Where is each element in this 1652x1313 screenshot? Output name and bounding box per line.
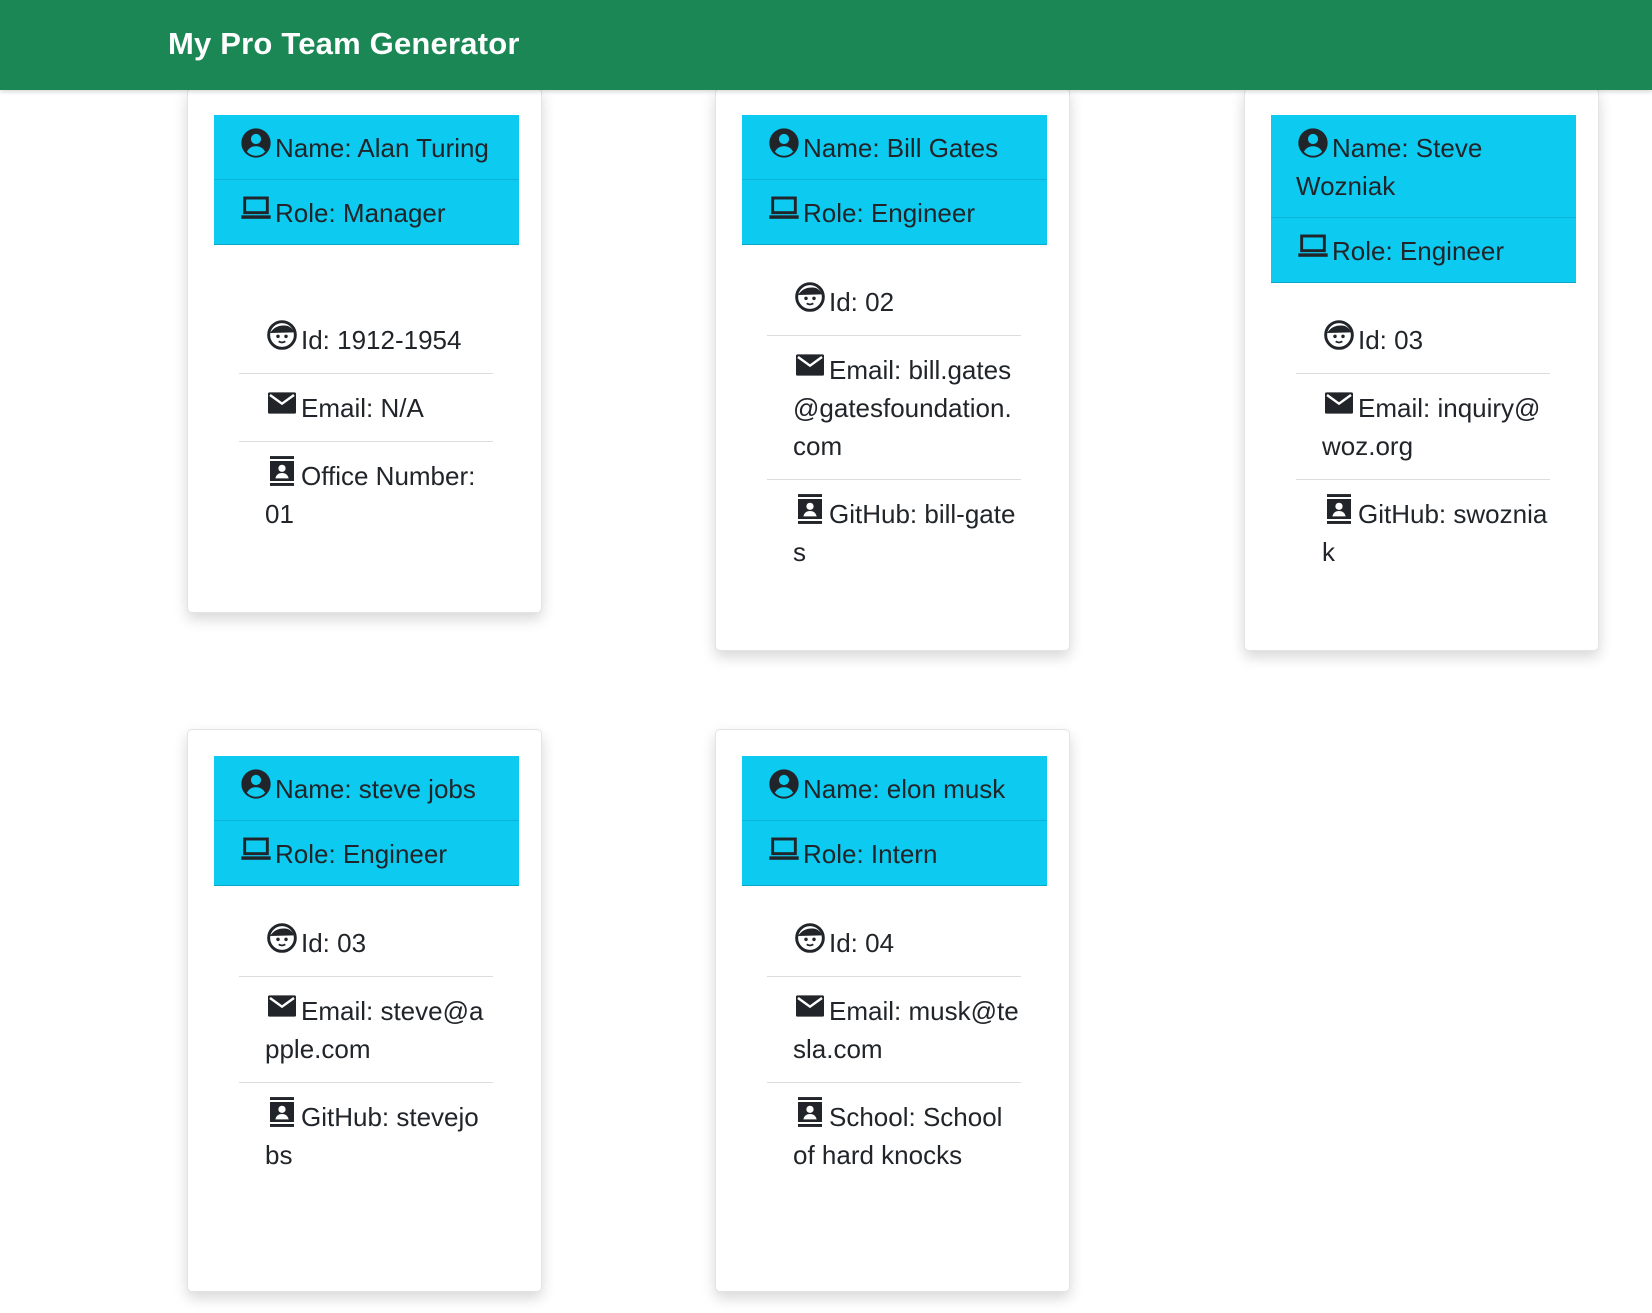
employee-role: Role: Engineer bbox=[214, 820, 519, 885]
employee-id: Id: 02 bbox=[767, 268, 1021, 335]
employee-email: Email: N/A bbox=[239, 373, 493, 441]
employee-details: Id: 1912-1954 Email: N/A Office Number: … bbox=[239, 306, 493, 547]
card-header: Name: Bill Gates Role: Engineer bbox=[742, 115, 1047, 245]
envelope-icon bbox=[1322, 387, 1356, 419]
laptop-icon bbox=[1296, 230, 1330, 262]
contact-card-icon bbox=[265, 455, 299, 487]
envelope-icon bbox=[265, 990, 299, 1022]
employee-card: Name: Alan Turing Role: Manager Id: 1912… bbox=[187, 88, 542, 613]
envelope-icon bbox=[793, 990, 827, 1022]
employee-role: Role: Engineer bbox=[1271, 217, 1576, 282]
face-icon bbox=[793, 281, 827, 313]
employee-name: Name: elon musk bbox=[742, 756, 1047, 820]
employee-card: Name: Steve Wozniak Role: Engineer Id: 0… bbox=[1244, 88, 1599, 651]
employee-id: Id: 03 bbox=[239, 909, 493, 976]
card-header: Name: elon musk Role: Intern bbox=[742, 756, 1047, 886]
employee-name: Name: Steve Wozniak bbox=[1271, 115, 1576, 217]
employee-id: Id: 1912-1954 bbox=[239, 306, 493, 373]
employee-id: Id: 03 bbox=[1296, 306, 1550, 373]
employee-email[interactable]: Email: inquiry@woz.org bbox=[1296, 373, 1550, 479]
employee-card: Name: elon musk Role: Intern Id: 04 Emai… bbox=[715, 729, 1070, 1292]
employee-github[interactable]: GitHub: stevejobs bbox=[239, 1082, 493, 1188]
employee-role: Role: Engineer bbox=[742, 179, 1047, 244]
card-header: Name: steve jobs Role: Engineer bbox=[214, 756, 519, 886]
app-title[interactable]: My Pro Team Generator bbox=[168, 26, 520, 62]
top-navbar: My Pro Team Generator bbox=[0, 0, 1652, 90]
employee-email[interactable]: Email: steve@apple.com bbox=[239, 976, 493, 1082]
envelope-icon bbox=[265, 387, 299, 419]
employee-github[interactable]: GitHub: bill-gates bbox=[767, 479, 1021, 585]
person-circle-icon bbox=[767, 127, 801, 159]
contact-card-icon bbox=[265, 1096, 299, 1128]
employee-role: Role: Manager bbox=[214, 179, 519, 244]
employee-name: Name: Alan Turing bbox=[214, 115, 519, 179]
person-circle-icon bbox=[239, 768, 273, 800]
laptop-icon bbox=[767, 192, 801, 224]
employee-email[interactable]: Email: musk@tesla.com bbox=[767, 976, 1021, 1082]
contact-card-icon bbox=[793, 493, 827, 525]
employee-id: Id: 04 bbox=[767, 909, 1021, 976]
contact-card-icon bbox=[793, 1096, 827, 1128]
employee-name: Name: steve jobs bbox=[214, 756, 519, 820]
employee-details: Id: 03 Email: inquiry@woz.org GitHub: sw… bbox=[1296, 306, 1550, 585]
face-icon bbox=[265, 922, 299, 954]
employee-details: Id: 02 Email: bill.gates@gatesfoundation… bbox=[767, 268, 1021, 585]
person-circle-icon bbox=[767, 768, 801, 800]
face-icon bbox=[265, 319, 299, 351]
employee-card: Name: steve jobs Role: Engineer Id: 03 E… bbox=[187, 729, 542, 1292]
employee-office-number: Office Number: 01 bbox=[239, 441, 493, 547]
contact-card-icon bbox=[1322, 493, 1356, 525]
card-header: Name: Alan Turing Role: Manager bbox=[214, 115, 519, 245]
employee-card: Name: Bill Gates Role: Engineer Id: 02 E… bbox=[715, 88, 1070, 651]
face-icon bbox=[1322, 319, 1356, 351]
laptop-icon bbox=[239, 192, 273, 224]
card-header: Name: Steve Wozniak Role: Engineer bbox=[1271, 115, 1576, 283]
employee-github[interactable]: GitHub: swozniak bbox=[1296, 479, 1550, 585]
laptop-icon bbox=[767, 833, 801, 865]
laptop-icon bbox=[239, 833, 273, 865]
person-circle-icon bbox=[239, 127, 273, 159]
employee-name: Name: Bill Gates bbox=[742, 115, 1047, 179]
person-circle-icon bbox=[1296, 127, 1330, 159]
employee-school: School: School of hard knocks bbox=[767, 1082, 1021, 1188]
employee-details: Id: 04 Email: musk@tesla.com School: Sch… bbox=[767, 909, 1021, 1188]
employee-details: Id: 03 Email: steve@apple.com GitHub: st… bbox=[239, 909, 493, 1188]
employee-role: Role: Intern bbox=[742, 820, 1047, 885]
employee-email[interactable]: Email: bill.gates@gatesfoundation.com bbox=[767, 335, 1021, 479]
face-icon bbox=[793, 922, 827, 954]
envelope-icon bbox=[793, 349, 827, 381]
